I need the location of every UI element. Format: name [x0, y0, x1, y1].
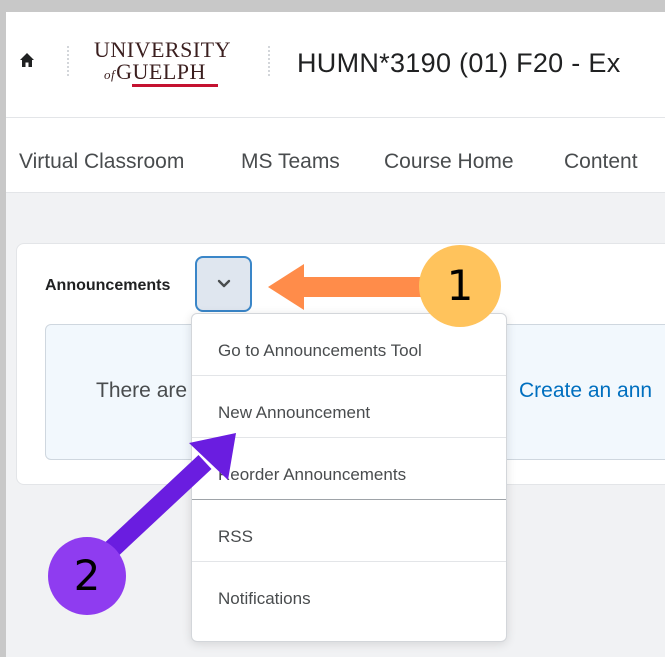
widget-title: Announcements [45, 277, 171, 294]
nav-item-ms-teams[interactable]: MS Teams [241, 150, 340, 174]
menu-item-label: RSS [218, 527, 253, 546]
header-bar: UNIVERSITY ofGUELPH HUMN*3190 (01) F20 -… [6, 12, 665, 118]
menu-item-label: Reorder Announcements [218, 465, 407, 484]
logo-underline [132, 84, 218, 87]
course-navbar: Virtual Classroom MS Teams Course Home C… [6, 118, 665, 193]
home-icon[interactable] [19, 52, 35, 68]
course-title[interactable]: HUMN*3190 (01) F20 - Ex [297, 48, 621, 79]
menu-item-label: Go to Announcements Tool [218, 341, 422, 360]
create-announcement-link[interactable]: Create an ann [519, 379, 652, 403]
university-logo[interactable]: UNIVERSITY ofGUELPH [94, 37, 244, 87]
nav-item-virtual-classroom[interactable]: Virtual Classroom [19, 150, 184, 174]
empty-state-text: There are [96, 379, 188, 402]
step-2-badge: 2 [48, 537, 126, 615]
menu-item-rss[interactable]: RSS [192, 500, 506, 562]
announcements-dropdown-menu: Go to Announcements Tool New Announcemen… [191, 313, 507, 642]
menu-item-label: New Announcement [218, 403, 371, 422]
nav-item-course-home[interactable]: Course Home [384, 150, 514, 174]
menu-item-reorder[interactable]: Reorder Announcements [192, 438, 506, 500]
menu-item-label: Notifications [218, 589, 311, 608]
nav-item-content[interactable]: Content [564, 150, 638, 174]
logo-text-line2: ofGUELPH [104, 59, 206, 84]
menu-item-new-announcement[interactable]: New Announcement [192, 376, 506, 438]
divider [268, 46, 270, 76]
chevron-down-icon [217, 279, 231, 288]
divider [67, 46, 69, 76]
announcements-menu-button[interactable] [195, 256, 252, 312]
step-1-badge: 1 [419, 245, 501, 327]
menu-item-notifications[interactable]: Notifications [192, 562, 506, 624]
